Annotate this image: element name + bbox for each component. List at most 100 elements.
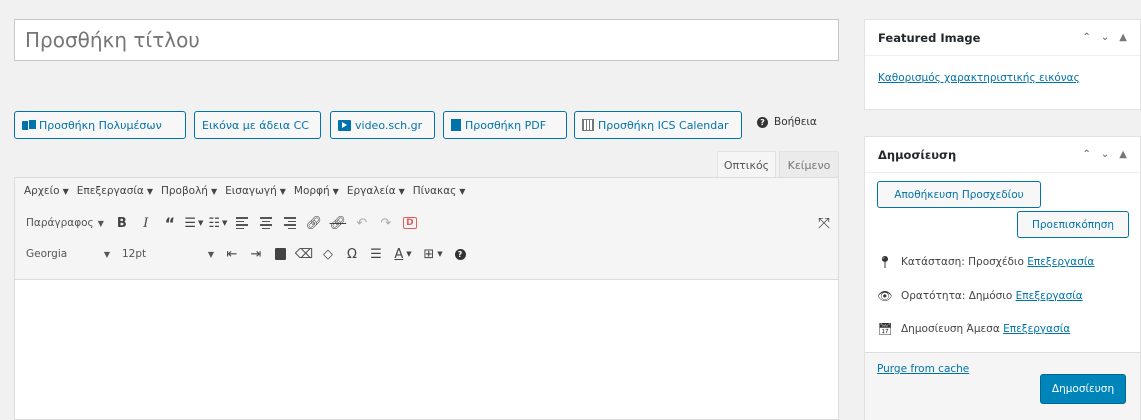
blockquote-button[interactable]: “ <box>158 212 182 234</box>
add-ics-button[interactable]: Προσθήκη ICS Calendar <box>574 111 742 139</box>
tab-text[interactable]: Κείμενο <box>779 151 839 178</box>
purge-cache-link[interactable]: Purge from cache <box>877 363 969 375</box>
keyboard-help-button[interactable]: ? <box>448 243 472 265</box>
schedule-row: 📅︎ Δημοσίευση Άμεσα Επεξεργασία <box>877 322 1070 336</box>
help-icon: ? <box>757 116 768 128</box>
media-icon <box>22 119 37 131</box>
read-more-icon: ☰ <box>370 246 382 262</box>
status-label: Κατάσταση: Προσχέδιο <box>901 256 1024 268</box>
link-icon: 🔗︎ <box>305 215 323 231</box>
add-pdf-button[interactable]: Προσθήκη PDF <box>443 111 567 139</box>
clear-format-button[interactable]: ⌫ <box>292 243 316 265</box>
toggle-panel-icon[interactable]: ▲ <box>1119 149 1127 160</box>
indent-icon: ⇥ <box>250 246 262 262</box>
bullet-list-icon: ☰ <box>184 215 196 231</box>
undo-button[interactable]: ↶ <box>350 212 374 234</box>
align-left-icon <box>235 217 248 229</box>
featured-image-panel: Featured Image ⌃ ⌄ ▲ Καθορισμός χαρακτηρ… <box>864 19 1141 110</box>
video-sch-label: video.sch.gr <box>355 118 423 132</box>
add-media-button[interactable]: Προσθήκη Πολυμέσων <box>14 111 186 139</box>
help-icon: ? <box>454 248 466 260</box>
table-icon: ⊞ <box>423 246 435 262</box>
move-down-icon[interactable]: ⌄ <box>1101 32 1109 43</box>
edit-status-link[interactable]: Επεξεργασία <box>1027 256 1094 268</box>
preview-button[interactable]: Προεπισκόπηση <box>1017 211 1129 238</box>
publish-button[interactable]: Δημοσίευση <box>1040 374 1126 404</box>
toolbar-row-1: Παράγραφος ▼ B I “ ☰ ▼ ☷ ▼ 🔗︎ 🔗︎ ↶ ↷ D <box>20 212 422 234</box>
eye-icon: 👁︎ <box>877 289 893 303</box>
help-link[interactable]: ? Βοήθεια <box>757 116 817 128</box>
schedule-label: Δημοσίευση Άμεσα <box>901 323 1000 335</box>
outdent-icon: ⇤ <box>226 246 238 262</box>
menu-edit[interactable]: Επεξεργασία ▼ <box>77 185 153 197</box>
align-left-button[interactable] <box>230 212 254 234</box>
numbered-list-icon: ☷ <box>208 215 220 231</box>
title-input[interactable] <box>14 19 839 61</box>
visibility-row: 👁︎ Ορατότητα: Δημόσιο Επεξεργασία <box>877 289 1083 303</box>
featured-image-body: Καθορισμός χαρακτηριστικής εικόνας <box>865 56 1140 95</box>
status-row: 📍︎ Κατάσταση: Προσχέδιο Επεξεργασία <box>877 255 1094 269</box>
menu-view[interactable]: Προβολή ▼ <box>161 185 217 197</box>
align-right-icon <box>283 217 296 229</box>
help-label: Βοήθεια <box>774 116 817 128</box>
editor-menubar: Αρχείο ▼ Επεξεργασία ▼ Προβολή ▼ Εισαγωγή ▼ … <box>24 185 465 197</box>
move-down-icon[interactable]: ⌄ <box>1101 149 1109 160</box>
editor-content-area[interactable] <box>15 281 838 420</box>
move-up-icon[interactable]: ⌃ <box>1083 149 1091 160</box>
numbered-list-button[interactable]: ☷ ▼ <box>206 212 230 234</box>
menu-tools[interactable]: Εργαλεία ▼ <box>347 185 405 197</box>
panel-controls: ⌃ ⌄ ▲ <box>1083 149 1127 160</box>
publish-title: Δημοσίευση <box>878 147 957 162</box>
publish-header: Δημοσίευση ⌃ ⌄ ▲ <box>865 137 1140 173</box>
align-center-button[interactable] <box>254 212 278 234</box>
undo-icon: ↶ <box>356 215 368 231</box>
featured-image-header: Featured Image ⌃ ⌄ ▲ <box>865 20 1140 56</box>
bullet-list-button[interactable]: ☰ ▼ <box>182 212 206 234</box>
document-icon <box>451 119 461 131</box>
editor: Αρχείο ▼ Επεξεργασία ▼ Προβολή ▼ Εισαγωγή ▼ … <box>14 177 839 420</box>
remove-link-button[interactable]: 🔗︎ <box>326 212 350 234</box>
special-char-button[interactable]: Ω <box>340 243 364 265</box>
save-draft-button[interactable]: Αποθήκευση Προσχεδίου <box>877 181 1041 208</box>
text-color-label: A <box>394 246 404 262</box>
italic-button[interactable]: I <box>134 212 158 234</box>
toolbar-row-2: Georgia ▼ 12pt ▼ ⇤ ⇥ ⌫ ◇ Ω ☰ A ▼ ⊞ ▼ ? <box>20 243 472 265</box>
toggle-panel-icon[interactable]: ▲ <box>1119 32 1127 43</box>
tab-visual[interactable]: Οπτικός <box>717 151 776 178</box>
table-button[interactable]: ⊞ ▼ <box>418 243 448 265</box>
menu-file[interactable]: Αρχείο ▼ <box>24 185 69 197</box>
paste-button[interactable] <box>268 243 292 265</box>
outdent-button[interactable]: ⇤ <box>220 243 244 265</box>
redo-button[interactable]: ↷ <box>374 212 398 234</box>
panel-controls: ⌃ ⌄ ▲ <box>1083 32 1127 43</box>
move-up-icon[interactable]: ⌃ <box>1083 32 1091 43</box>
unlink-icon: 🔗︎ <box>329 215 347 231</box>
menu-table[interactable]: Πίνακας ▼ <box>413 185 466 197</box>
insert-link-button[interactable]: 🔗︎ <box>302 212 326 234</box>
diamond-icon: ◇ <box>323 246 333 262</box>
menu-insert[interactable]: Εισαγωγή ▼ <box>225 185 286 197</box>
cc-image-button[interactable]: Εικόνα με άδεια CC <box>194 111 321 139</box>
format-select[interactable]: Παράγραφος ▼ <box>20 212 110 234</box>
redo-icon: ↷ <box>380 215 392 231</box>
text-color-button[interactable]: A ▼ <box>388 243 418 265</box>
video-sch-button[interactable]: video.sch.gr <box>330 111 435 139</box>
paste-icon <box>274 248 286 260</box>
fullscreen-button[interactable]: ⤧ <box>812 212 836 234</box>
font-size-select[interactable]: 12pt ▼ <box>116 243 220 265</box>
set-featured-image-link[interactable]: Καθορισμός χαρακτηριστικής εικόνας <box>878 72 1080 84</box>
publish-panel: Δημοσίευση ⌃ ⌄ ▲ Αποθήκευση Προσχεδίου Π… <box>864 136 1141 420</box>
more-button[interactable]: ☰ <box>364 243 388 265</box>
custom-char-button[interactable]: ◇ <box>316 243 340 265</box>
plugin-d-button[interactable]: D <box>398 212 422 234</box>
bold-button[interactable]: B <box>110 212 134 234</box>
visibility-label: Ορατότητα: Δημόσιο <box>901 290 1013 302</box>
align-right-button[interactable] <box>278 212 302 234</box>
add-ics-label: Προσθήκη ICS Calendar <box>598 118 729 132</box>
pin-icon: 📍︎ <box>877 255 893 269</box>
font-family-select[interactable]: Georgia ▼ <box>20 243 116 265</box>
menu-format[interactable]: Μορφή ▼ <box>294 185 339 197</box>
edit-visibility-link[interactable]: Επεξεργασία <box>1016 290 1083 302</box>
indent-button[interactable]: ⇥ <box>244 243 268 265</box>
edit-schedule-link[interactable]: Επεξεργασία <box>1003 323 1070 335</box>
